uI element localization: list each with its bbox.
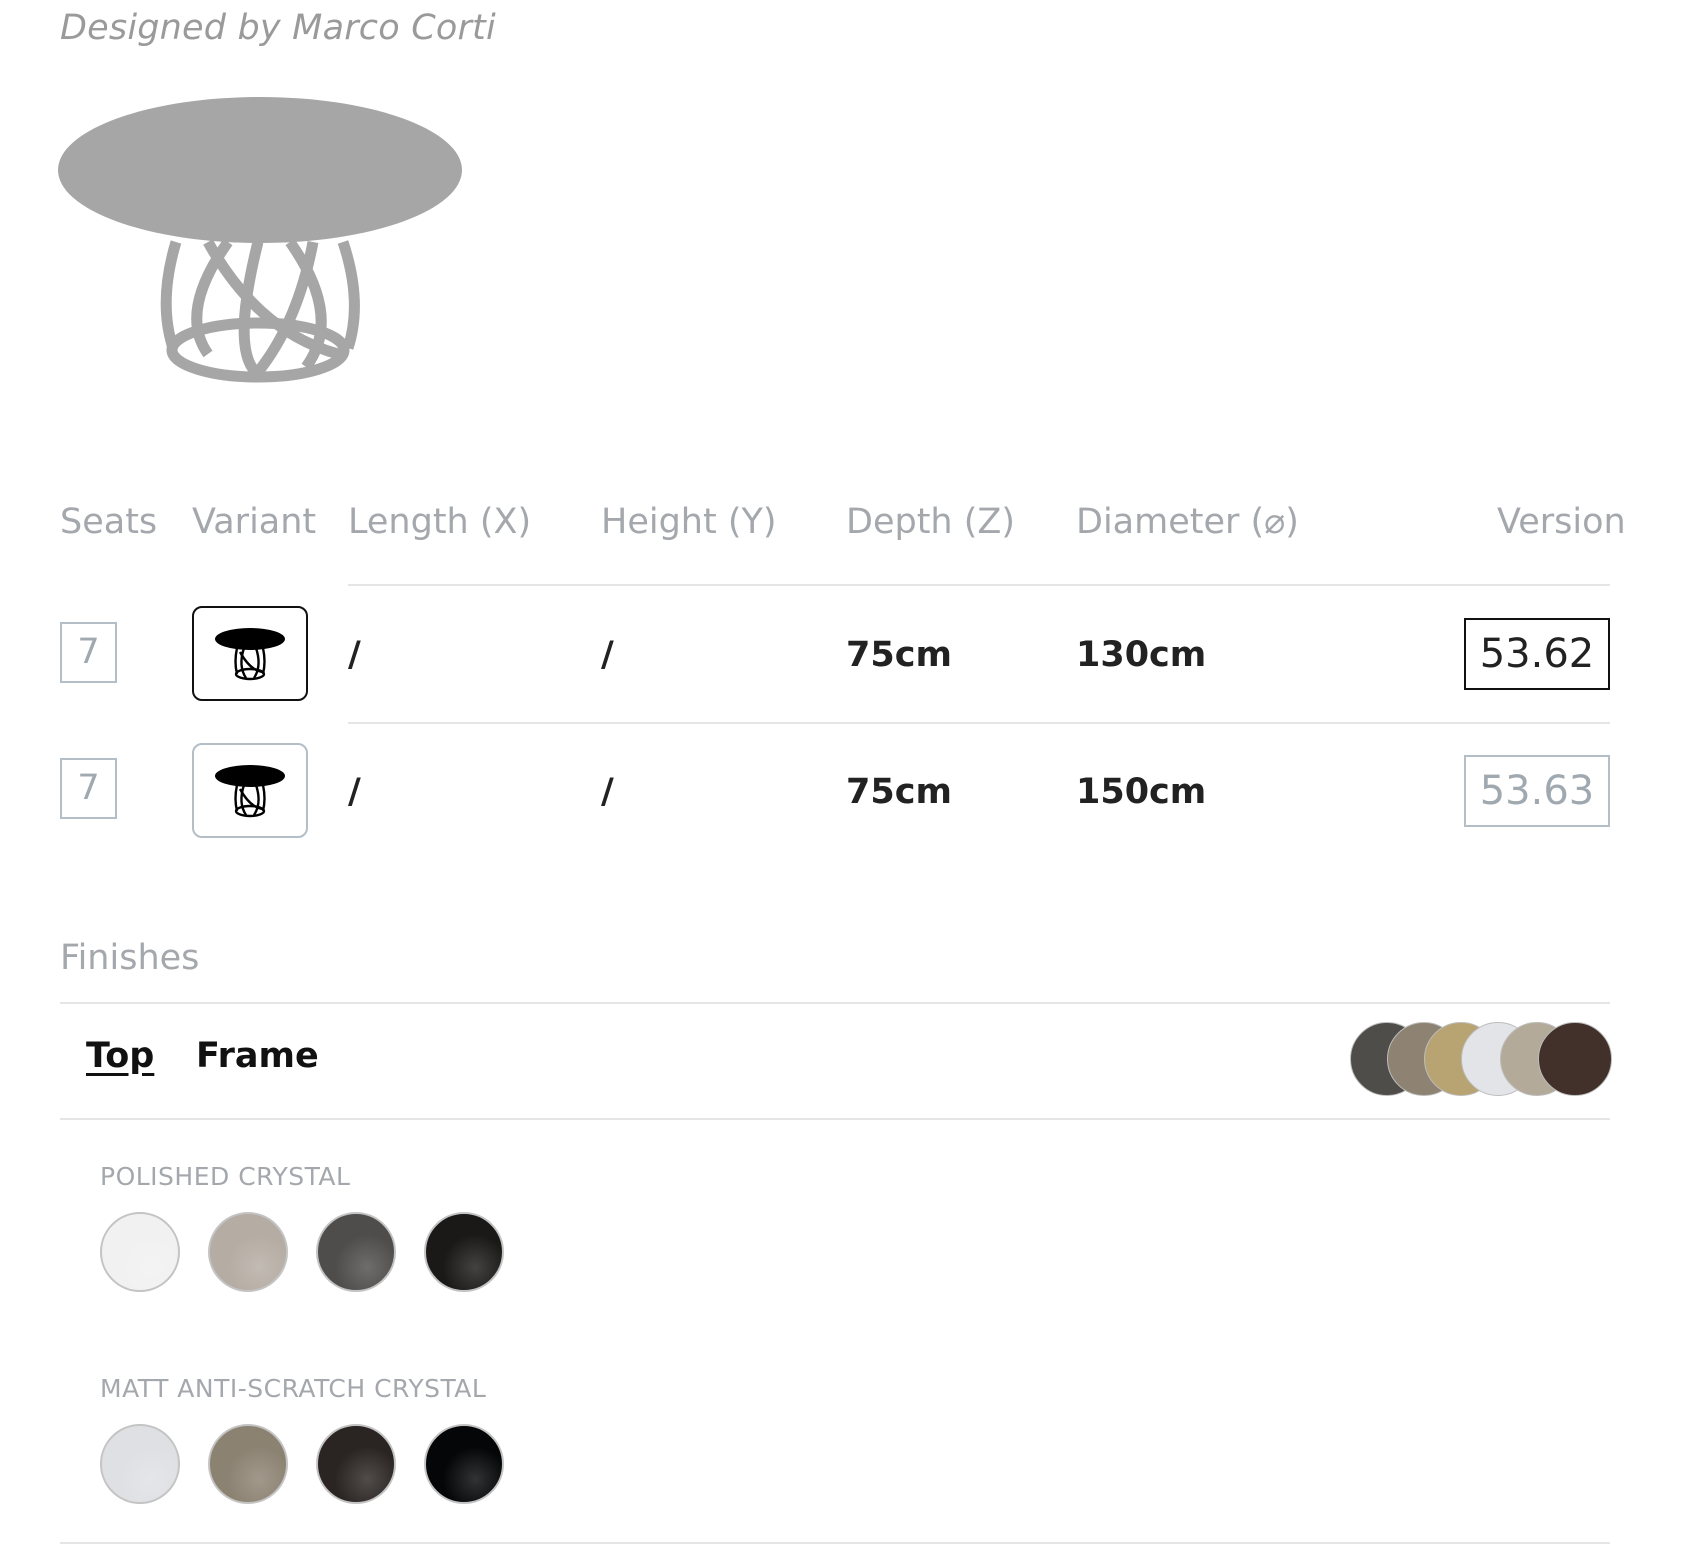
tab-frame[interactable]: Frame — [196, 1036, 319, 1076]
round-table-icon — [215, 627, 285, 680]
tab-top[interactable]: Top — [86, 1036, 154, 1076]
divider — [60, 1002, 1610, 1004]
depth-value: 75cm — [846, 772, 952, 812]
round-table-icon — [215, 764, 285, 817]
variant-button-selected[interactable] — [192, 606, 308, 701]
product-image — [58, 92, 468, 392]
seats-value: 7 — [60, 758, 117, 819]
header-depth: Depth (Z) — [846, 502, 1016, 542]
header-variant: Variant — [192, 502, 317, 542]
divider — [60, 1542, 1610, 1544]
header-length: Length (X) — [348, 502, 532, 542]
preview-dot — [1538, 1022, 1612, 1096]
finish-group-label: MATT ANTI-SCRATCH CRYSTAL — [100, 1374, 487, 1403]
version-button-active[interactable]: 53.62 — [1464, 618, 1610, 690]
divider — [348, 584, 1610, 586]
length-value: / — [348, 635, 361, 675]
header-height: Height (Y) — [601, 502, 777, 542]
divider — [348, 722, 1610, 724]
variant-button[interactable] — [192, 743, 308, 838]
header-diameter: Diameter (⌀) — [1076, 502, 1299, 542]
height-value: / — [601, 772, 614, 812]
swatch-matt-brown[interactable] — [316, 1424, 396, 1504]
finish-group-label: POLISHED CRYSTAL — [100, 1162, 351, 1191]
depth-value: 75cm — [846, 635, 952, 675]
divider — [60, 1118, 1610, 1120]
swatch-polished-white[interactable] — [100, 1212, 180, 1292]
swatch-matt-black[interactable] — [424, 1424, 504, 1504]
swatch-matt-taupe[interactable] — [208, 1424, 288, 1504]
version-button[interactable]: 53.63 — [1464, 755, 1610, 827]
height-value: / — [601, 635, 614, 675]
finish-preview-stack[interactable] — [1350, 1022, 1615, 1098]
diameter-value: 130cm — [1076, 635, 1207, 675]
swatch-polished-grey[interactable] — [316, 1212, 396, 1292]
swatch-matt-white[interactable] — [100, 1424, 180, 1504]
length-value: / — [348, 772, 361, 812]
seats-value: 7 — [60, 622, 117, 683]
finishes-title: Finishes — [60, 938, 200, 978]
header-version: Version — [1497, 502, 1626, 542]
swatch-polished-black[interactable] — [424, 1212, 504, 1292]
diameter-value: 150cm — [1076, 772, 1207, 812]
designer-credit: Designed by Marco Corti — [60, 8, 496, 48]
swatch-polished-taupe[interactable] — [208, 1212, 288, 1292]
header-seats: Seats — [60, 502, 158, 542]
